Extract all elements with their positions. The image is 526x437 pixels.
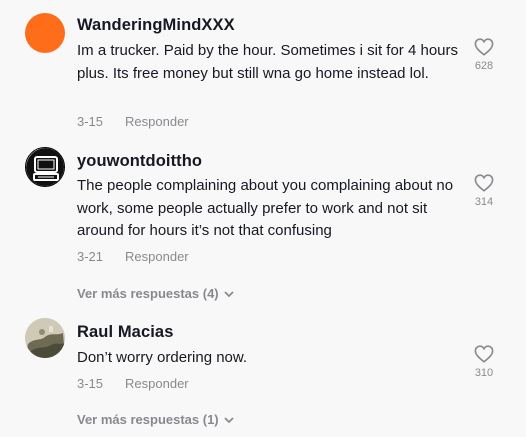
computer-sketch-icon — [26, 148, 64, 186]
view-more-replies-button[interactable]: Ver más respuestas (4) — [77, 286, 234, 301]
view-more-replies-label: Ver más respuestas (1) — [77, 412, 219, 427]
comment-meta: 3-15 Responder — [77, 114, 189, 129]
comment-username[interactable]: WanderingMindXXX — [77, 16, 235, 35]
like-button[interactable]: 314 — [469, 174, 499, 208]
heart-outline-icon — [474, 174, 494, 192]
chevron-down-icon — [224, 291, 234, 298]
like-button[interactable]: 628 — [469, 38, 499, 72]
like-count: 628 — [474, 60, 494, 72]
comment-date: 3-21 — [77, 249, 104, 264]
view-more-replies-label: Ver más respuestas (4) — [77, 286, 219, 301]
comment-username[interactable]: youwontdoittho — [77, 152, 202, 171]
reply-button[interactable]: Responder — [125, 114, 189, 129]
like-count: 314 — [474, 196, 494, 208]
heart-outline-icon — [474, 38, 494, 56]
comment-date: 3-15 — [77, 376, 104, 391]
profile-photo-icon — [25, 318, 65, 358]
comment-text: Im a trucker. Paid by the hour. Sometime… — [77, 42, 458, 82]
comment-meta: 3-15 Responder — [77, 376, 189, 391]
avatar[interactable] — [25, 147, 65, 187]
avatar[interactable] — [25, 318, 65, 358]
view-more-replies-button[interactable]: Ver más respuestas (1) — [77, 412, 234, 427]
avatar[interactable] — [25, 13, 65, 53]
comment-meta: 3-21 Responder — [77, 249, 189, 264]
heart-outline-icon — [474, 345, 494, 363]
reply-button[interactable]: Responder — [125, 249, 189, 264]
comment-username[interactable]: Raul Macias — [77, 323, 173, 342]
comment-text: The people complaining about you complai… — [77, 177, 454, 239]
like-button[interactable]: 310 — [469, 345, 499, 379]
comment-date: 3-15 — [77, 114, 104, 129]
reply-button[interactable]: Responder — [125, 376, 189, 391]
like-count: 310 — [474, 367, 494, 379]
chevron-down-icon — [224, 417, 234, 424]
comment-text: Don’t worry ordering now. — [77, 349, 248, 366]
